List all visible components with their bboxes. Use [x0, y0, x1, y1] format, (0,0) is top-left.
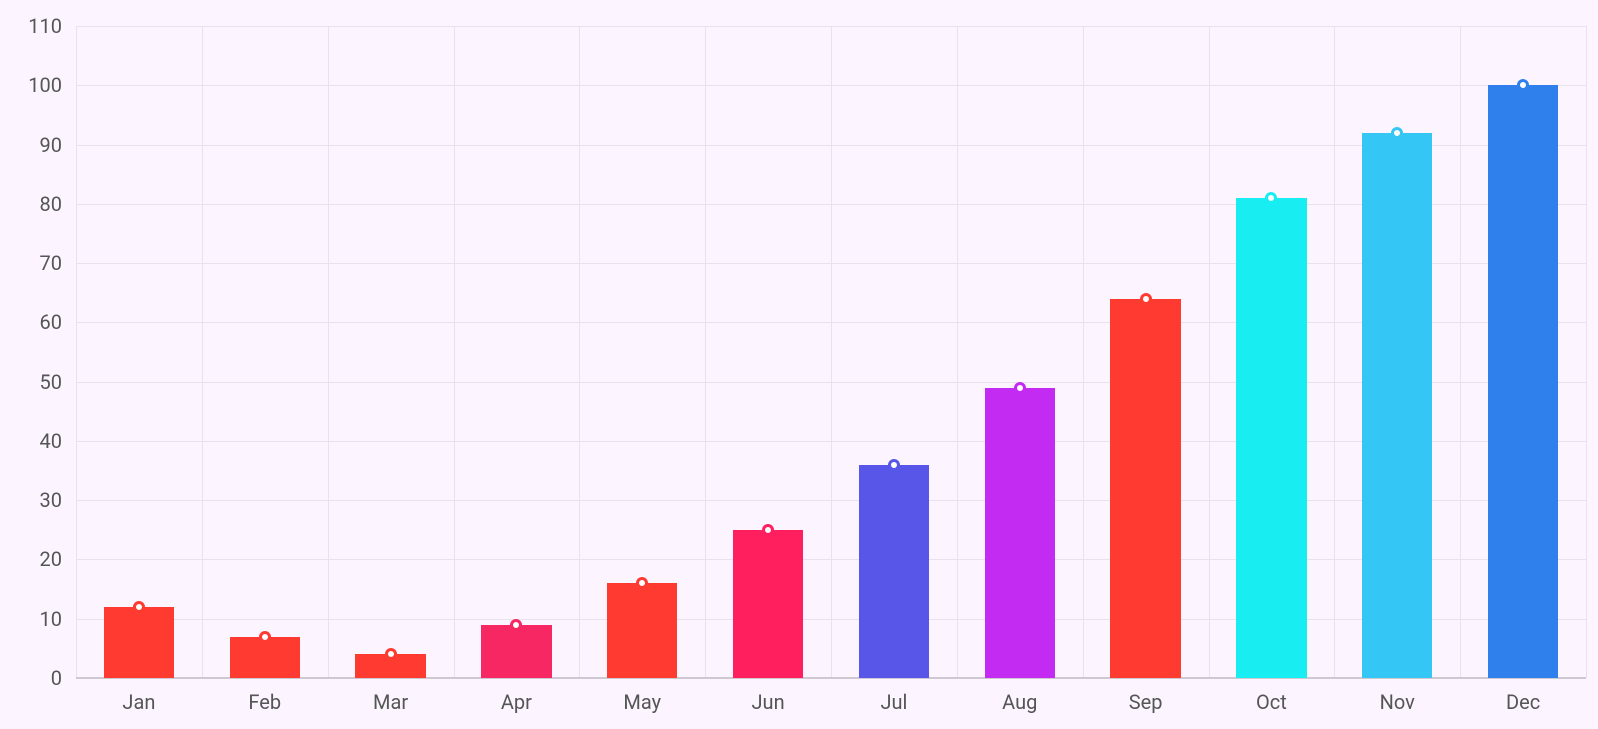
y-tick-label: 100: [28, 73, 76, 97]
data-point-aug[interactable]: [1014, 382, 1026, 394]
gridline-vertical: [579, 26, 580, 678]
bar-aug[interactable]: [985, 388, 1055, 678]
y-tick-label: 10: [40, 607, 76, 631]
data-point-dec[interactable]: [1517, 79, 1529, 91]
data-point-nov[interactable]: [1391, 127, 1403, 139]
data-point-feb[interactable]: [259, 631, 271, 643]
y-tick-label: 90: [40, 133, 76, 157]
x-tick-label: Oct: [1256, 678, 1287, 714]
x-axis-baseline: [76, 677, 1586, 679]
x-tick-label: Jun: [752, 678, 785, 714]
y-tick-label: 70: [40, 251, 76, 275]
y-tick-label: 20: [40, 547, 76, 571]
x-tick-label: Jan: [122, 678, 155, 714]
data-point-jul[interactable]: [888, 459, 900, 471]
bar-nov[interactable]: [1362, 133, 1432, 678]
data-point-jun[interactable]: [762, 524, 774, 536]
x-tick-label: Dec: [1506, 678, 1540, 714]
y-tick-label: 0: [51, 666, 76, 690]
gridline-vertical: [705, 26, 706, 678]
x-tick-label: Aug: [1002, 678, 1037, 714]
y-tick-label: 110: [28, 14, 76, 38]
bar-dec[interactable]: [1488, 85, 1558, 678]
data-point-jan[interactable]: [133, 601, 145, 613]
y-tick-label: 30: [40, 488, 76, 512]
bar-oct[interactable]: [1236, 198, 1306, 678]
plot-area: 0102030405060708090100110JanFebMarAprMay…: [76, 26, 1586, 678]
gridline-vertical: [202, 26, 203, 678]
gridline-vertical: [328, 26, 329, 678]
bar-apr[interactable]: [481, 625, 551, 678]
bar-feb[interactable]: [230, 637, 300, 678]
x-tick-label: Sep: [1129, 678, 1163, 714]
data-point-oct[interactable]: [1265, 192, 1277, 204]
data-point-may[interactable]: [636, 577, 648, 589]
y-tick-label: 50: [40, 370, 76, 394]
x-tick-label: Mar: [373, 678, 408, 714]
x-tick-label: Apr: [501, 678, 532, 714]
bar-sep[interactable]: [1110, 299, 1180, 678]
gridline-vertical: [1083, 26, 1084, 678]
bar-jul[interactable]: [859, 465, 929, 678]
data-point-mar[interactable]: [385, 648, 397, 660]
data-point-sep[interactable]: [1140, 293, 1152, 305]
bar-jun[interactable]: [733, 530, 803, 678]
y-tick-label: 60: [40, 310, 76, 334]
y-tick-label: 80: [40, 192, 76, 216]
data-point-apr[interactable]: [510, 619, 522, 631]
x-tick-label: Feb: [248, 678, 281, 714]
bar-jan[interactable]: [104, 607, 174, 678]
gridline-vertical: [1334, 26, 1335, 678]
gridline-vertical: [1586, 26, 1587, 678]
gridline-vertical: [1460, 26, 1461, 678]
y-tick-label: 40: [40, 429, 76, 453]
gridline-vertical: [1209, 26, 1210, 678]
gridline-vertical: [454, 26, 455, 678]
gridline-vertical: [831, 26, 832, 678]
x-tick-label: Nov: [1380, 678, 1415, 714]
gridline-vertical: [957, 26, 958, 678]
x-tick-label: May: [623, 678, 661, 714]
gridline-vertical: [76, 26, 77, 678]
bar-may[interactable]: [607, 583, 677, 678]
x-tick-label: Jul: [880, 678, 907, 714]
chart-container: 0 10 20 30 40 50 60 70 80 90 100 110 Jan Feb Mar Apr May…: [0, 0, 1598, 729]
